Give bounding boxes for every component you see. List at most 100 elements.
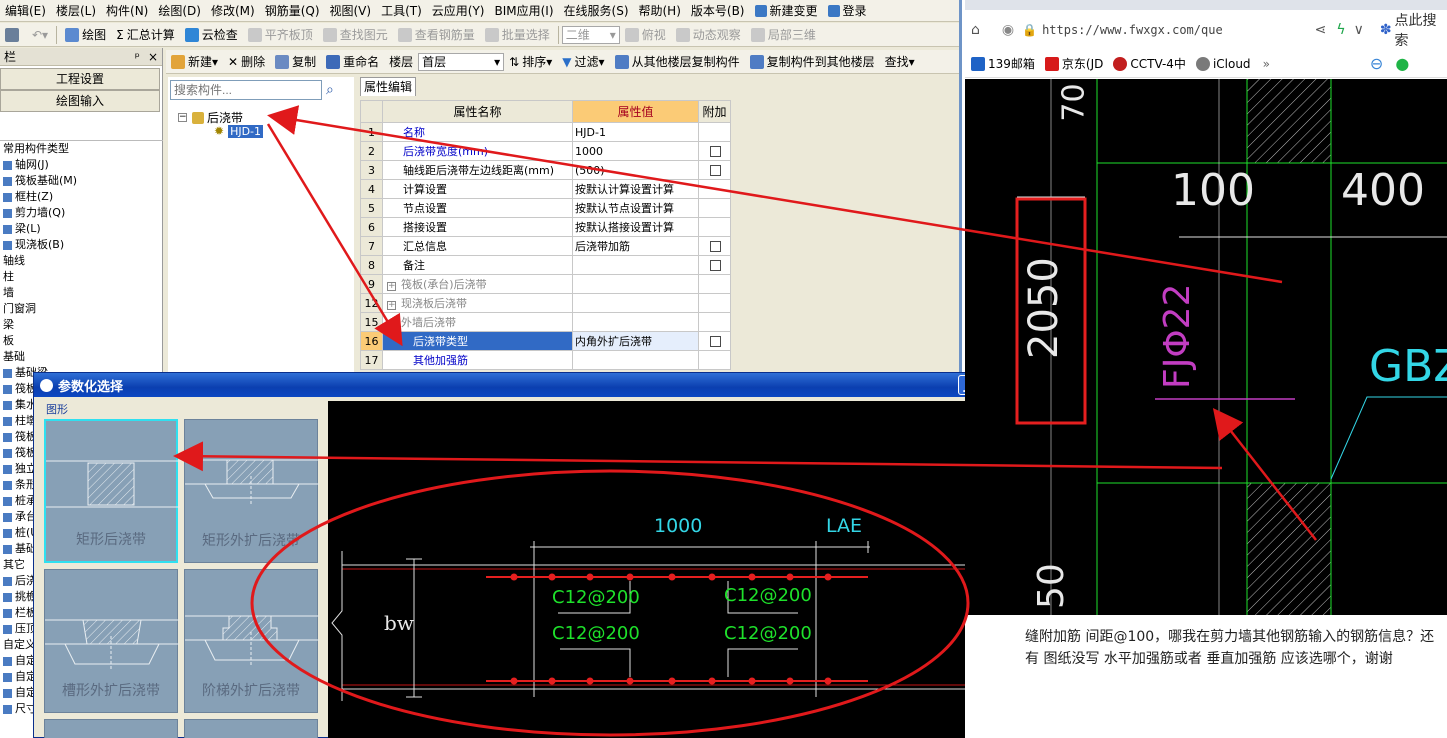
browser-tab-strip[interactable] [965,0,1447,10]
component-search-input[interactable] [170,80,322,100]
view-rebar-button[interactable]: 查看钢筋量 [393,24,480,46]
menu-tools[interactable]: 工具(T) [376,0,427,22]
tree-item[interactable]: 轴线 [0,253,163,269]
property-row[interactable]: 6 搭接设置 按默认搭接设置计算 [360,217,731,237]
project-settings-button[interactable]: 工程设置 [0,68,160,90]
property-row[interactable]: 5 节点设置 按默认节点设置计算 [360,198,731,218]
delete-button[interactable]: ✕ 删除 [223,51,270,73]
tree-item[interactable]: 板 [0,333,163,349]
property-value-cell[interactable]: 1000 [572,141,699,161]
expand-icon[interactable]: + [387,282,396,291]
more-bookmarks-icon[interactable]: » [1263,57,1270,71]
property-value-cell[interactable] [572,274,699,294]
tree-item[interactable]: 现浇板(B) [0,237,163,253]
menu-floor[interactable]: 楼层(L) [51,0,101,22]
bookmark-jd[interactable]: 京东(JD [1044,55,1103,72]
menu-new-change[interactable]: 新建变更 [750,0,823,22]
property-value-cell[interactable]: 后浇带加筋 [572,236,699,256]
batch-select-button[interactable]: 批量选择 [480,24,555,46]
view-mode-select[interactable]: 二维 ▾ [561,25,620,44]
menu-login[interactable]: 登录 [823,0,872,22]
tree-item[interactable]: 梁 [0,317,163,333]
tree-item[interactable]: 墙 [0,285,163,301]
property-row[interactable]: 17 其他加强筋 [360,350,731,370]
bookmark-139[interactable]: 139邮箱 [971,55,1035,72]
local-3d-button[interactable]: 局部三维 [746,24,821,46]
tile-groove-expand-strip[interactable]: 槽形外扩后浇带 [44,569,179,713]
property-value-cell[interactable]: 按默认计算设置计算 [572,179,699,199]
property-row[interactable]: 12 + 现浇板后浇带 [360,293,731,313]
undo-button[interactable]: ↶▾ [27,24,53,46]
menu-help[interactable]: 帮助(H) [634,0,686,22]
tree-item[interactable]: 剪力墙(Q) [0,205,163,221]
menu-bim[interactable]: BIM应用(I) [489,0,558,22]
minus-circle-icon[interactable]: ⊖ [1370,54,1383,73]
draw-button[interactable]: 绘图 [60,24,111,46]
property-row[interactable]: 8 备注 [360,255,731,275]
rename-button[interactable]: 重命名 [321,51,384,73]
tree-item[interactable]: 基础 [0,349,163,365]
additional-checkbox[interactable] [710,241,721,252]
top-view-button[interactable]: 俯视 [620,24,671,46]
bookmark-icloud[interactable]: iCloud [1195,56,1251,71]
property-value-cell[interactable] [572,255,699,275]
pin-icon[interactable]: ᵖ [135,50,140,64]
property-row[interactable]: 2 后浇带宽度(mm) 1000 [360,141,731,161]
menu-version[interactable]: 版本号(B) [686,0,750,22]
property-row[interactable]: 1 名称 HJD-1 [360,122,731,142]
search-icon[interactable]: ⌕ [326,82,344,100]
cloud-check-button[interactable]: 云检查 [180,24,243,46]
additional-checkbox[interactable] [710,260,721,271]
menu-draw[interactable]: 绘图(D) [153,0,206,22]
property-value-cell[interactable] [572,293,699,313]
menu-rebar[interactable]: 钢筋量(Q) [260,0,325,22]
tree-node-hjd-1[interactable]: ✹ HJD-1 [214,124,264,138]
expand-icon[interactable]: + [387,301,396,310]
menu-modify[interactable]: 修改(M) [206,0,260,22]
menu-online[interactable]: 在线服务(S) [559,0,634,22]
close-icon[interactable]: × [148,50,158,64]
url-field[interactable]: 🔒 https://www.fwxgx.com/que [1022,17,1310,43]
collapse-icon[interactable]: − [387,320,396,329]
sum-calc-button[interactable]: Σ 汇总计算 [111,24,180,46]
floor-select[interactable]: 首层 ▾ [418,52,505,71]
property-row[interactable]: 3 轴线距后浇带左边线距离(mm) (500) [360,160,731,180]
tree-item[interactable]: 框柱(Z) [0,189,163,205]
additional-checkbox[interactable] [710,336,721,347]
property-value-cell[interactable] [572,312,699,332]
draw-input-button[interactable]: 绘图输入 [0,90,160,112]
tree-item[interactable]: 门窗洞 [0,301,163,317]
property-row[interactable]: 9 + 筏板(承台)后浇带 [360,274,731,294]
property-value-cell[interactable]: 按默认节点设置计算 [572,198,699,218]
home-icon[interactable]: ⌂ [971,22,980,38]
search-engine-label[interactable]: 点此搜索 [1395,10,1447,50]
copy-from-floor-button[interactable]: 从其他楼层复制构件 [610,51,745,73]
menu-view[interactable]: 视图(V) [325,0,377,22]
collapse-icon[interactable]: − [178,113,187,122]
new-button[interactable]: 新建 ▾ [166,51,223,73]
additional-checkbox[interactable] [710,165,721,176]
tree-item[interactable]: 梁(L) [0,221,163,237]
tile-rect-strip[interactable]: 矩形后浇带 [44,419,180,563]
property-value-cell[interactable]: 内角外扩后浇带 [572,331,699,351]
green-circle-icon[interactable]: ● [1395,54,1409,73]
property-row[interactable]: 16 后浇带类型 内角外扩后浇带 [360,331,731,351]
copy-to-floor-button[interactable]: 复制构件到其他楼层 [745,51,880,73]
property-value-cell[interactable] [572,350,699,370]
menu-component[interactable]: 构件(N) [101,0,153,22]
bookmark-cctv[interactable]: CCTV-4中 [1113,55,1186,72]
chevron-down-icon[interactable]: ∨ [1354,22,1364,38]
tree-item[interactable]: 常用构件类型 [0,141,163,157]
copy-button[interactable]: 复制 [270,51,321,73]
filter-button[interactable]: ▼ 过滤 ▾ [557,51,609,73]
tree-item[interactable]: 轴网(J) [0,157,163,173]
menu-edit[interactable]: 编辑(E) [0,0,51,22]
share-icon[interactable]: ⋖ [1315,22,1327,38]
property-row[interactable]: 4 计算设置 按默认计算设置计算 [360,179,731,199]
find-button[interactable]: 查找 ▾ [880,51,920,73]
property-value-cell[interactable]: HJD-1 [572,122,699,142]
find-element-button[interactable]: 查找图元 [318,24,393,46]
lightning-icon[interactable]: ϟ [1336,22,1345,38]
property-value-cell[interactable]: 按默认搭接设置计算 [572,217,699,237]
sort-button[interactable]: ⇅ 排序 ▾ [504,51,557,73]
